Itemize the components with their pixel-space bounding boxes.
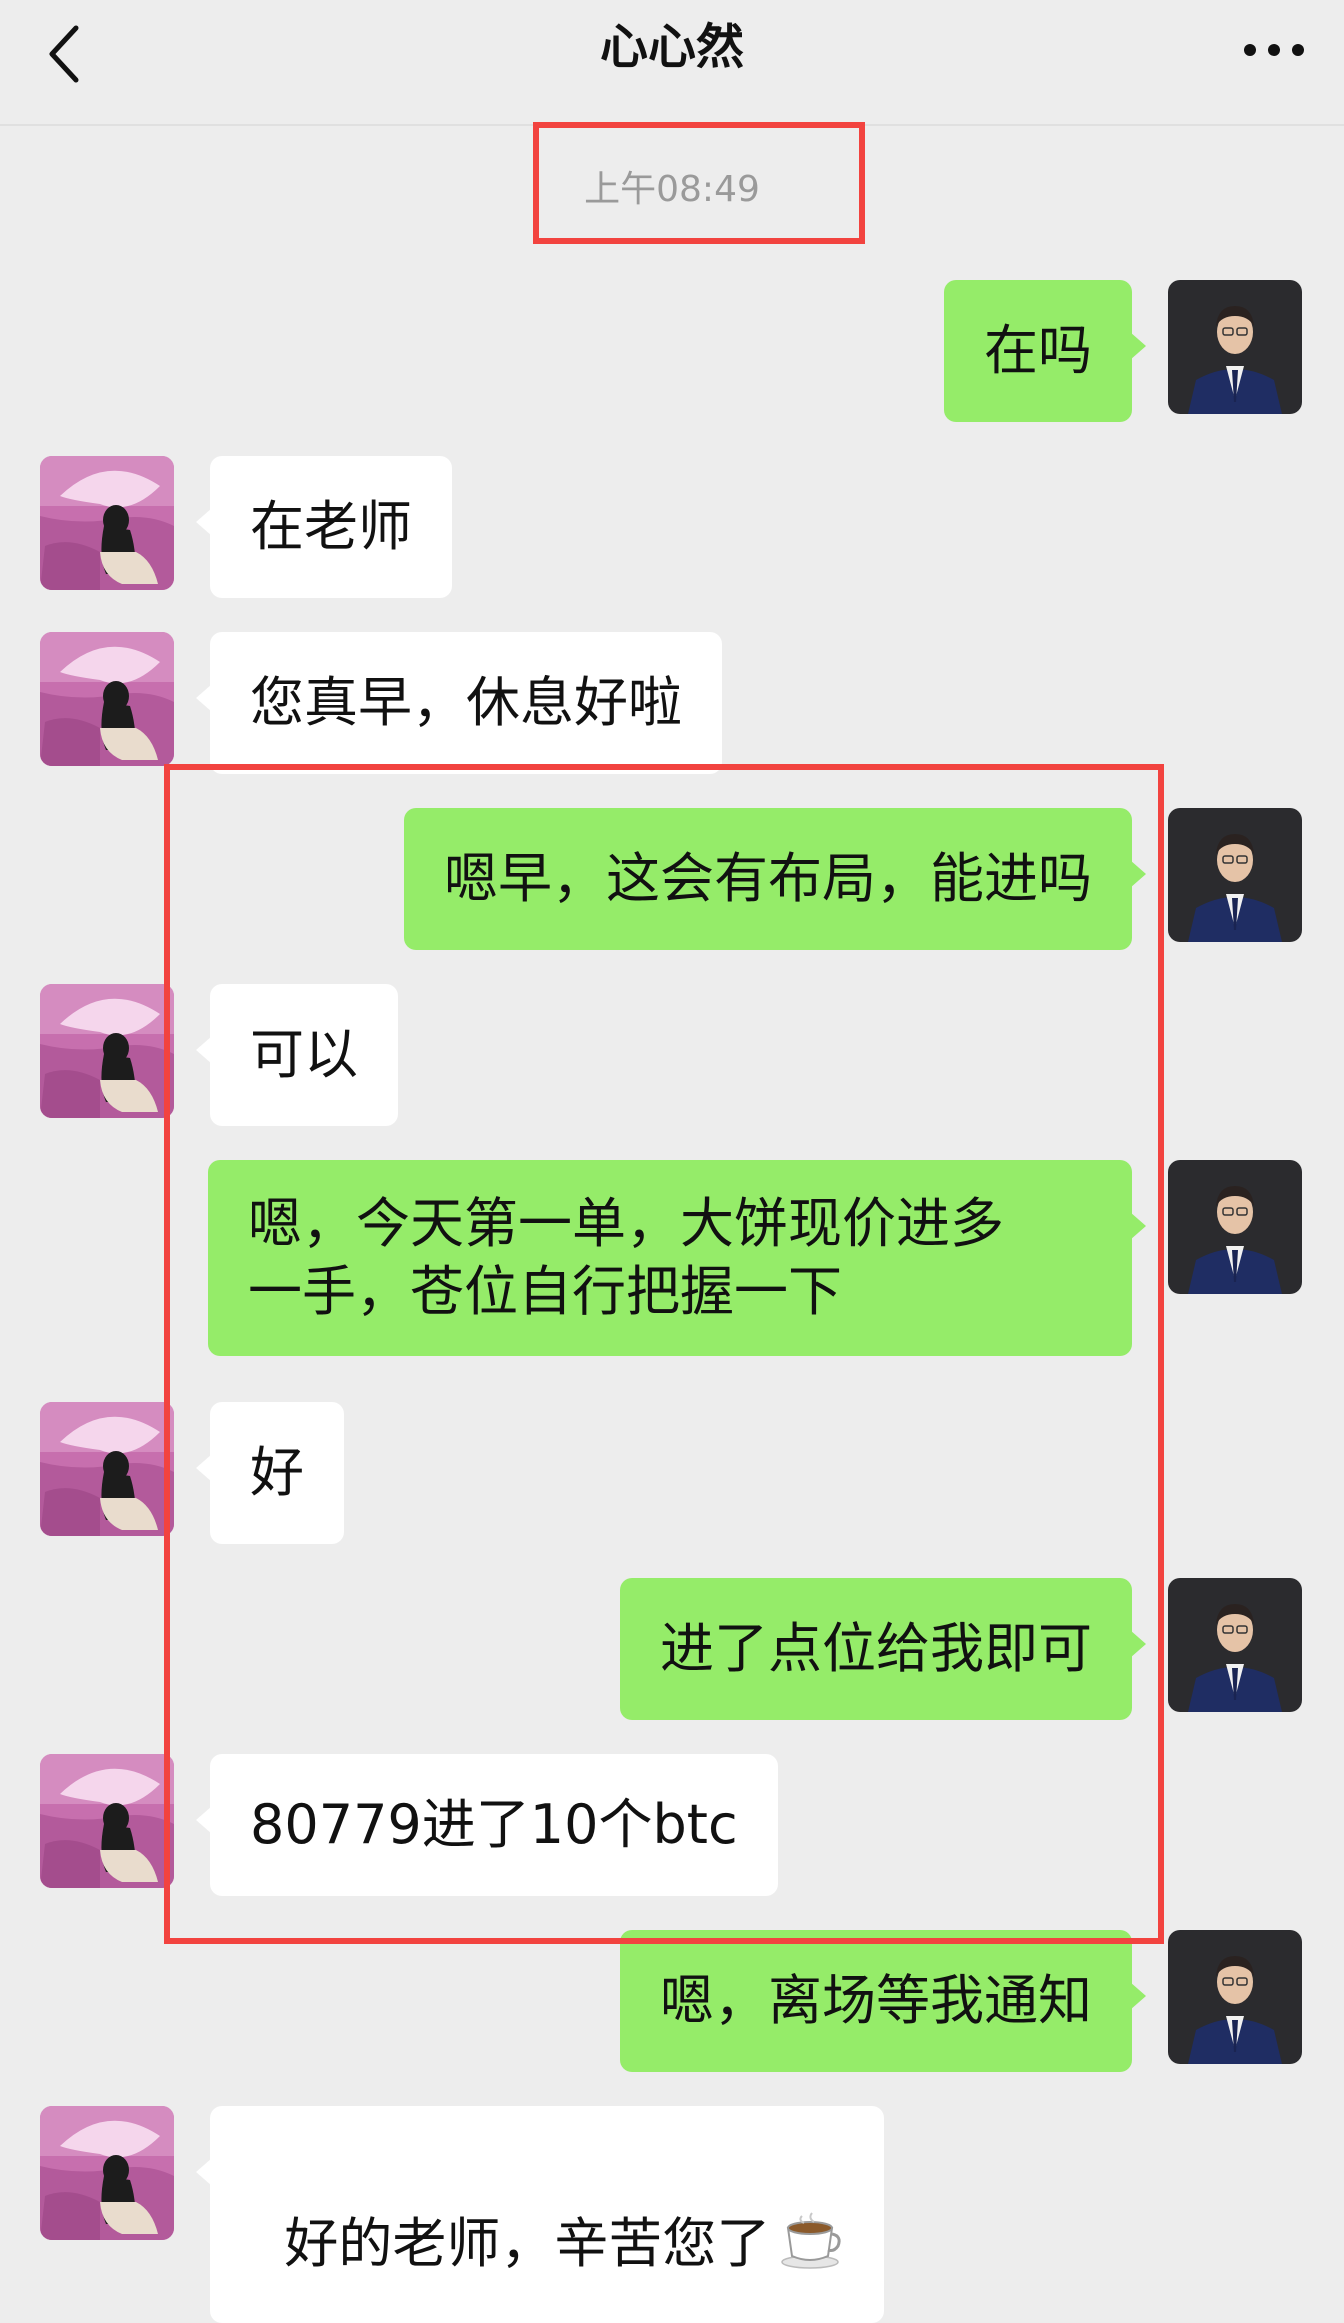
message-bubble-self[interactable]: 在吗 [944,280,1146,422]
more-button[interactable] [1234,20,1314,80]
peer-avatar[interactable] [40,632,174,766]
message-bubble-peer[interactable]: 好 [196,1402,344,1544]
self-avatar[interactable] [1168,808,1302,942]
chat-title: 心心然 [599,19,744,75]
message-bubble-peer[interactable]: 在老师 [196,456,452,598]
message-bubble-self[interactable]: 嗯早，这会有布局，能进吗 [404,808,1146,950]
self-avatar[interactable] [1168,1578,1302,1712]
message-bubble-peer[interactable]: 好的老师，辛苦您了 [195,2106,885,2323]
message-bubble-peer[interactable]: 您真早，休息好啦 [196,632,722,774]
nav-bar: 心心然 [0,0,1344,126]
peer-avatar[interactable] [40,1754,174,1888]
coffee-icon [778,2210,844,2285]
message-bubble-peer[interactable]: 80779进了10个btc [196,1754,778,1896]
self-avatar[interactable] [1168,280,1302,414]
message-bubble-self[interactable]: 嗯，离场等我通知 [620,1930,1146,2072]
peer-avatar[interactable] [40,2106,174,2240]
message-text: 好的老师，辛苦您了 [284,2212,771,2276]
peer-avatar[interactable] [40,1402,174,1536]
peer-avatar[interactable] [40,984,174,1118]
message-bubble-self[interactable]: 嗯，今天第一单，大饼现价进多 一手，苍位自行把握一下 [208,1160,1146,1356]
message-timestamp: 上午08:49 [584,169,760,210]
self-avatar[interactable] [1168,1930,1302,2064]
more-horizontal-icon [1244,44,1304,56]
peer-avatar[interactable] [40,456,174,590]
self-avatar[interactable] [1168,1160,1302,1294]
message-bubble-self[interactable]: 进了点位给我即可 [620,1578,1146,1720]
message-bubble-peer[interactable]: 可以 [196,984,398,1126]
